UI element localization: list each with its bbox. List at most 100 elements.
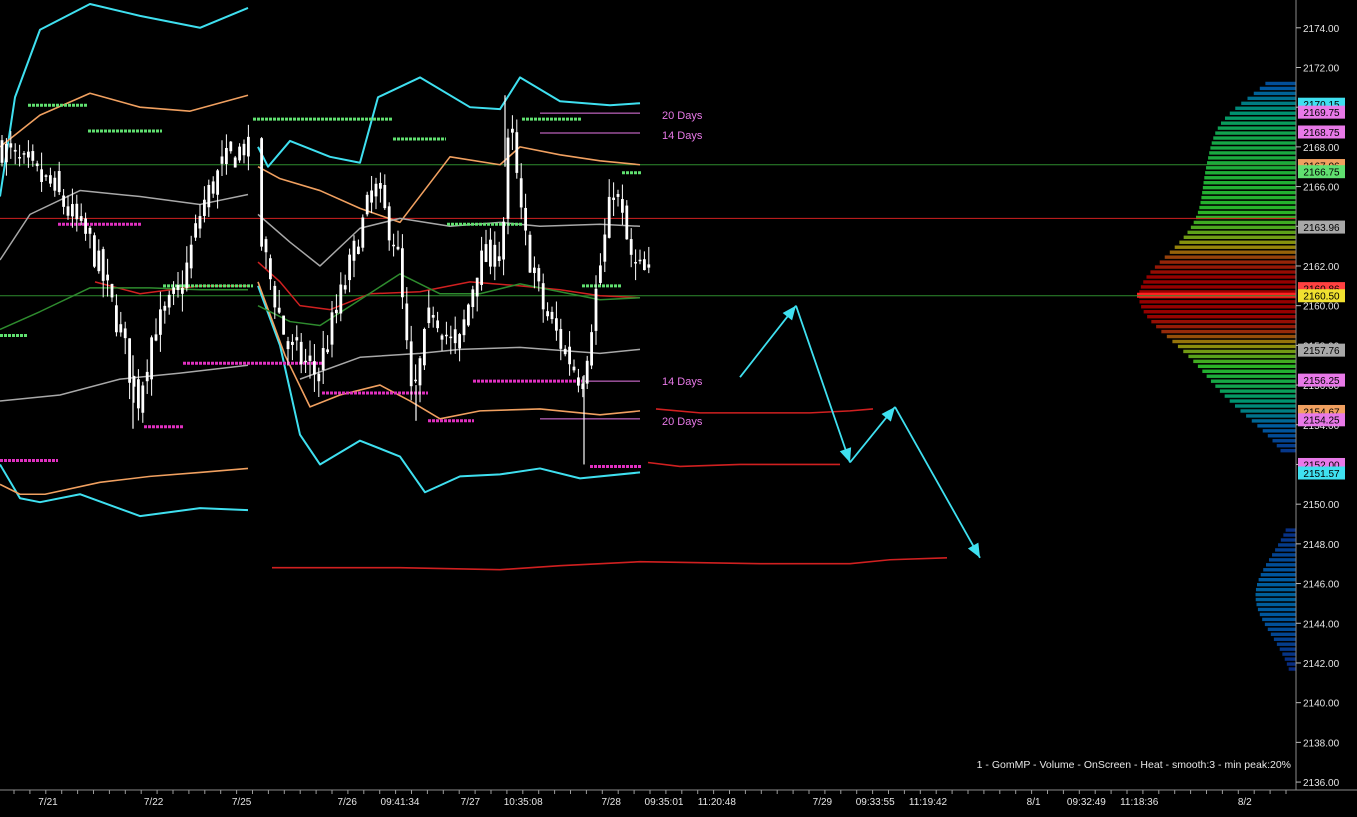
candle-body — [537, 268, 541, 282]
candle-body — [229, 141, 233, 152]
candle-body — [233, 157, 237, 168]
profile-bar — [1280, 448, 1296, 453]
profile-bar — [1202, 369, 1296, 373]
profile-bar — [1143, 310, 1296, 314]
candle-body — [568, 346, 571, 365]
profile-bar — [1215, 384, 1296, 388]
x-tick-label: 7/21 — [38, 797, 58, 808]
x-tick-label: 7/27 — [461, 797, 481, 808]
arrow-head — [967, 542, 980, 558]
profile-bar — [1285, 528, 1296, 532]
profile-bar — [1172, 339, 1296, 344]
candle-body — [493, 244, 497, 267]
profile-bar — [1190, 225, 1296, 230]
candle-body — [110, 283, 114, 298]
candle-body — [9, 143, 13, 148]
candle-body — [211, 181, 215, 194]
price-tag-label: 2169.75 — [1303, 108, 1340, 119]
volume-profile — [1137, 81, 1296, 671]
candle-body — [154, 334, 158, 341]
profile-bar — [1273, 637, 1296, 641]
profile-bar — [1211, 141, 1296, 145]
candle-body — [317, 373, 321, 382]
candle-body — [502, 221, 505, 260]
candle-body — [22, 153, 26, 155]
profile-bar — [1263, 568, 1296, 572]
candle-body — [185, 262, 189, 288]
candle-body — [88, 227, 92, 234]
x-tick-label: 7/22 — [144, 797, 164, 808]
candle-body — [396, 246, 400, 250]
candle-body — [101, 249, 105, 281]
candle-body — [75, 203, 79, 220]
candle-body — [638, 259, 642, 262]
annotation-labels: 20 Days 14 Days 14 Days 20 Days — [662, 110, 703, 428]
candle-body — [189, 244, 193, 269]
candle-body — [401, 248, 404, 298]
profile-bar — [1276, 642, 1296, 646]
candle-body — [343, 285, 347, 290]
candle-body — [93, 235, 96, 267]
x-tick-label: 7/25 — [232, 797, 252, 808]
range-label: 14 Days — [662, 130, 703, 142]
candle-body — [71, 204, 74, 217]
indicator-footer: 1 - GomMP - Volume - OnScreen - Heat - s… — [977, 759, 1291, 771]
candle-body — [431, 315, 435, 318]
profile-bar — [1199, 205, 1296, 210]
profile-bar — [1140, 285, 1296, 289]
profile-bar — [1147, 314, 1296, 319]
y-tick-label: 2174.00 — [1303, 24, 1340, 35]
candle-body — [515, 132, 519, 173]
profile-bar — [1259, 86, 1296, 91]
candle-body — [97, 250, 101, 272]
x-tick-label: 8/2 — [1238, 797, 1252, 808]
upper-band-2 — [257, 76, 641, 168]
candle-body — [546, 311, 549, 317]
price-tag-label: 2168.75 — [1303, 128, 1340, 139]
candle-body — [269, 258, 272, 280]
y-tick-label: 2150.00 — [1303, 500, 1340, 511]
candle-body — [559, 329, 563, 349]
mean-low-2 — [299, 346, 641, 380]
candle-body — [572, 366, 576, 371]
candle-body — [313, 361, 316, 375]
x-tick-label: 7/29 — [813, 797, 833, 808]
profile-bar — [1246, 414, 1296, 418]
candle-body — [449, 336, 453, 339]
candle-body — [286, 341, 290, 350]
projected-floor — [272, 556, 948, 571]
candle-body — [594, 288, 598, 331]
profile-bar — [1177, 344, 1296, 349]
range-label: 14 Days — [662, 376, 703, 388]
candle-body — [577, 377, 580, 386]
candle-body — [458, 334, 461, 349]
profile-bar — [1251, 419, 1296, 423]
profile-bar — [1179, 240, 1296, 244]
price-tag-label: 2163.96 — [1303, 223, 1340, 234]
candle-body — [339, 284, 343, 314]
profile-bar — [1262, 617, 1296, 622]
y-tick-label: 2166.00 — [1303, 183, 1340, 194]
candle-body — [414, 379, 417, 382]
candle-body — [141, 385, 145, 413]
price-tag-label: 2166.75 — [1303, 167, 1340, 178]
profile-bar — [1143, 280, 1296, 284]
ma-1 — [0, 287, 248, 331]
candles — [0, 95, 651, 465]
candle-body — [0, 140, 4, 163]
candle-body — [603, 234, 607, 262]
candle-body — [145, 371, 149, 382]
candle-body — [511, 128, 514, 133]
candle-body — [616, 194, 620, 197]
profile-bar — [1264, 622, 1296, 627]
candle-body — [365, 194, 369, 215]
profile-bar — [1141, 305, 1296, 309]
profile-bar — [1183, 235, 1296, 239]
price-tags: 2170.152169.752168.752167.062166.752163.… — [1298, 97, 1345, 480]
profile-bar — [1161, 329, 1296, 334]
candle-body — [379, 183, 382, 189]
price-tag-label: 2160.50 — [1303, 292, 1340, 303]
y-tick-label: 2146.00 — [1303, 580, 1340, 591]
candle-body — [563, 348, 567, 355]
ma-2 — [257, 273, 641, 327]
